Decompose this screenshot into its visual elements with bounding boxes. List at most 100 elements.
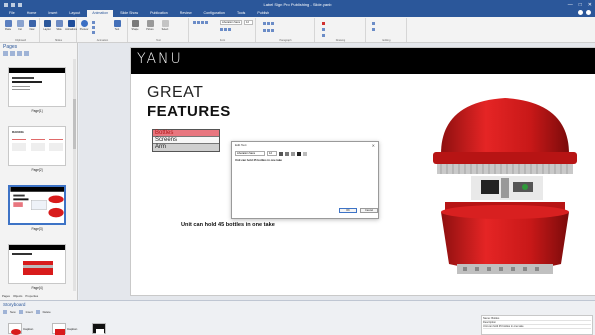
- slide-heading-line-2[interactable]: FEATURES: [147, 103, 231, 120]
- outline-icon[interactable]: [322, 28, 325, 31]
- animation-small-row-1[interactable]: [92, 21, 95, 24]
- preview-button[interactable]: Preview: [79, 20, 89, 33]
- italic-icon[interactable]: [197, 21, 200, 24]
- ok-button[interactable]: OK: [339, 208, 357, 213]
- duplicate-page-icon[interactable]: [10, 51, 15, 56]
- storyboard-item-2[interactable]: Caption: [52, 322, 77, 335]
- edit-text-dialog[interactable]: Edit Text ✕ Liberation Sans 12 Unit can …: [231, 141, 379, 219]
- text-button[interactable]: Text: [112, 20, 122, 33]
- tab-configuration[interactable]: Configuration: [199, 10, 230, 17]
- close-button[interactable]: ✕: [588, 2, 592, 8]
- animation-small-row-2[interactable]: [92, 26, 95, 29]
- font-style-row[interactable]: [220, 28, 231, 31]
- product-illustration[interactable]: [421, 92, 589, 286]
- feature-item-arm[interactable]: Arm: [153, 144, 219, 151]
- tab-review[interactable]: Review: [175, 10, 197, 17]
- feature-list[interactable]: Bottles Screens Arm: [152, 129, 220, 152]
- align-center-icon[interactable]: [267, 22, 270, 25]
- tab-insert[interactable]: Insert: [43, 10, 62, 17]
- cut-button[interactable]: Cut: [15, 20, 25, 33]
- font-name-select[interactable]: Liberation Sans: [220, 20, 242, 25]
- page-thumbnail-2[interactable]: RAKING: [8, 126, 66, 166]
- settings-icon[interactable]: [586, 10, 591, 15]
- page-thumbnail-3[interactable]: [8, 185, 66, 225]
- pages-scrollbar[interactable]: [73, 59, 76, 291]
- add-page-icon[interactable]: [3, 51, 8, 56]
- new-button[interactable]: New: [27, 20, 37, 33]
- tab-file[interactable]: File: [4, 10, 20, 17]
- bold-icon[interactable]: [193, 21, 196, 24]
- page-settings-icon[interactable]: [24, 51, 29, 56]
- fill-icon[interactable]: [322, 22, 325, 25]
- align-icon[interactable]: [303, 151, 307, 156]
- find-icon[interactable]: [372, 22, 375, 25]
- delete-page-icon[interactable]: [17, 51, 22, 56]
- bold-style-icon[interactable]: [220, 28, 223, 31]
- find-row[interactable]: [372, 22, 375, 25]
- tab-tools[interactable]: Tools: [232, 10, 250, 17]
- indent-row[interactable]: [263, 29, 274, 32]
- minimize-button[interactable]: —: [568, 2, 573, 8]
- feature-item-screens[interactable]: Screens: [153, 137, 219, 144]
- drawing-row-1[interactable]: [322, 22, 325, 25]
- tab-slide-show[interactable]: Slide Show: [115, 10, 143, 17]
- format-row[interactable]: [193, 21, 208, 24]
- italic-style-icon[interactable]: [224, 28, 227, 31]
- italic-icon[interactable]: [285, 151, 289, 156]
- align-right-icon[interactable]: [271, 22, 274, 25]
- property-row-text[interactable]: Unit can hold 45 bottles in one take: [483, 325, 591, 329]
- cancel-button[interactable]: Cancel: [360, 208, 378, 213]
- storyboard-item-3[interactable]: [92, 322, 106, 335]
- font-size-select[interactable]: 12: [244, 20, 253, 25]
- page-thumbnail-4[interactable]: [8, 244, 66, 284]
- storyboard-item-1[interactable]: Caption: [8, 322, 33, 335]
- help-icon[interactable]: [578, 10, 583, 15]
- effects-icon[interactable]: [322, 34, 325, 37]
- drawing-row-3[interactable]: [322, 34, 325, 37]
- picture-button[interactable]: Picture: [145, 20, 155, 33]
- tab-home[interactable]: Home: [22, 10, 42, 17]
- tab-animation[interactable]: Animation: [87, 10, 114, 17]
- dialog-close-button[interactable]: ✕: [372, 142, 375, 149]
- storyboard-delete-button[interactable]: Delete: [43, 310, 51, 314]
- outdent-icon[interactable]: [267, 29, 270, 32]
- tab-publish[interactable]: Publish: [252, 10, 274, 17]
- slide-button[interactable]: Slide: [54, 20, 64, 33]
- animations-button[interactable]: Animations: [65, 20, 77, 33]
- list-icon[interactable]: [271, 29, 274, 32]
- slide-caption[interactable]: Unit can hold 45 bottles in one take: [181, 222, 275, 228]
- strike-icon[interactable]: [205, 21, 208, 24]
- underline-icon[interactable]: [201, 21, 204, 24]
- storyboard-new-button[interactable]: New: [10, 310, 16, 314]
- slide-heading-line-1[interactable]: GREAT: [147, 84, 203, 102]
- align-row[interactable]: [263, 22, 274, 25]
- bold-icon[interactable]: [279, 151, 283, 156]
- animation-small-row-3[interactable]: [92, 31, 95, 34]
- page-thumbnail-1[interactable]: [8, 67, 66, 107]
- layout-button[interactable]: Layout: [42, 20, 52, 33]
- tab-publication[interactable]: Publication: [145, 10, 173, 17]
- drawing-row-2[interactable]: [322, 28, 325, 31]
- insert-icon[interactable]: [18, 310, 23, 314]
- replace-row[interactable]: [372, 28, 375, 31]
- shape-button[interactable]: Shape: [130, 20, 140, 33]
- select-button[interactable]: Select: [160, 20, 170, 33]
- delete-icon[interactable]: [35, 310, 40, 314]
- underline-icon[interactable]: [291, 151, 295, 156]
- align-left-icon[interactable]: [263, 22, 266, 25]
- storyboard-insert-button[interactable]: Insert: [26, 310, 33, 314]
- maximize-button[interactable]: □: [579, 2, 582, 8]
- indent-icon[interactable]: [263, 29, 266, 32]
- color-style-icon[interactable]: [228, 28, 231, 31]
- dialog-size-select[interactable]: 12: [267, 151, 277, 156]
- add-icon[interactable]: [3, 310, 7, 314]
- dialog-font-select[interactable]: Liberation Sans: [235, 151, 265, 156]
- dialog-text-area[interactable]: Unit can hold 45 bottles in one take: [235, 158, 375, 202]
- text-color-icon[interactable]: [297, 151, 301, 156]
- pages-scrollbar-thumb[interactable]: [73, 99, 76, 149]
- paste-button[interactable]: Paste: [3, 20, 13, 33]
- pages-list[interactable]: Page[1] RAKING Page[2] Page[3] Page[4]: [0, 59, 76, 291]
- tab-layout[interactable]: Layout: [64, 10, 85, 17]
- feature-item-bottles[interactable]: Bottles: [153, 130, 219, 137]
- replace-icon[interactable]: [372, 28, 375, 31]
